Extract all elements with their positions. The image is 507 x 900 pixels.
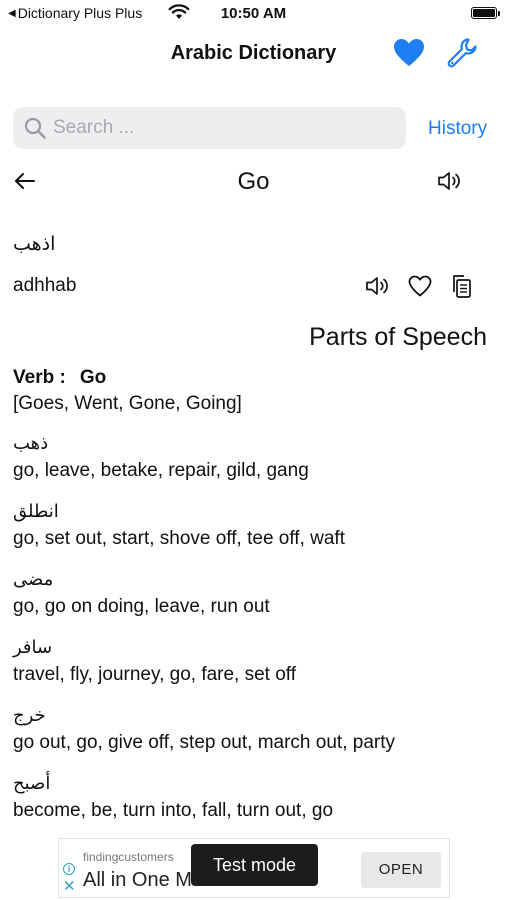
entry-meanings: go, go on doing, leave, run out bbox=[13, 596, 270, 617]
list-item: ذهب go, leave, betake, repair, gild, gan… bbox=[13, 430, 493, 498]
entry-arabic: خرج bbox=[13, 705, 46, 726]
favorite-heart-icon[interactable] bbox=[406, 272, 434, 300]
parts-of-speech-heading: Parts of Speech bbox=[309, 323, 487, 351]
pos-word: Go bbox=[79, 367, 107, 388]
word-title: Go bbox=[237, 168, 270, 195]
entry-arabic: انطلق bbox=[13, 501, 59, 522]
verb-line: Verb : Go bbox=[13, 367, 106, 389]
ad-close-icon[interactable]: ✕ bbox=[63, 879, 76, 894]
entry-arabic: ذهب bbox=[13, 433, 49, 454]
page-title: Arabic Dictionary bbox=[170, 42, 337, 64]
ad-test-mode-badge: Test mode bbox=[191, 844, 318, 886]
copy-icon[interactable] bbox=[448, 272, 476, 300]
transliteration: adhhab bbox=[13, 275, 77, 296]
status-bar: ◀ Dictionary Plus Plus 10:50 AM bbox=[0, 0, 507, 30]
nav-bar: Arabic Dictionary bbox=[0, 30, 507, 76]
search-bar bbox=[13, 107, 406, 149]
search-input[interactable] bbox=[53, 107, 393, 149]
speaker-icon[interactable] bbox=[436, 168, 464, 194]
translation-list: ذهب go, leave, betake, repair, gild, gan… bbox=[13, 430, 493, 838]
favorites-heart-icon[interactable] bbox=[393, 38, 425, 68]
entry-arabic: مضى bbox=[13, 569, 54, 590]
settings-wrench-icon[interactable] bbox=[445, 36, 479, 70]
entry-arabic: أصبح bbox=[13, 773, 51, 794]
entry-meanings: go, leave, betake, repair, gild, gang bbox=[13, 460, 309, 481]
entry-arabic: سافر bbox=[13, 637, 53, 658]
ad-headline: All in One M bbox=[83, 869, 192, 891]
speaker-icon[interactable] bbox=[364, 272, 392, 300]
verb-forms: [Goes, Went, Gone, Going] bbox=[13, 393, 242, 414]
battery-icon bbox=[471, 7, 500, 19]
ad-banner[interactable]: i ✕ findingcustomers All in One M Test m… bbox=[58, 838, 450, 898]
ad-info-icon[interactable]: i bbox=[63, 863, 75, 875]
arabic-word: اذهب bbox=[13, 233, 56, 255]
pos-label: Verb : bbox=[13, 367, 66, 388]
list-item: أصبح become, be, turn into, fall, turn o… bbox=[13, 770, 493, 838]
list-item: سافر travel, fly, journey, go, fare, set… bbox=[13, 634, 493, 702]
history-button[interactable]: History bbox=[428, 118, 487, 140]
search-icon bbox=[24, 117, 46, 139]
word-header: Go bbox=[0, 160, 507, 204]
status-time: 10:50 AM bbox=[220, 5, 287, 22]
list-item: مضى go, go on doing, leave, run out bbox=[13, 566, 493, 634]
entry-meanings: go out, go, give off, step out, march ou… bbox=[13, 732, 395, 753]
list-item: انطلق go, set out, start, shove off, tee… bbox=[13, 498, 493, 566]
entry-meanings: become, be, turn into, fall, turn out, g… bbox=[13, 800, 334, 821]
ad-open-button[interactable]: OPEN bbox=[361, 852, 441, 888]
word-actions bbox=[364, 270, 476, 302]
list-item: خرج go out, go, give off, step out, marc… bbox=[13, 702, 493, 770]
entry-meanings: travel, fly, journey, go, fare, set off bbox=[13, 664, 297, 685]
ad-sponsor: findingcustomers bbox=[83, 850, 174, 864]
entry-meanings: go, set out, start, shove off, tee off, … bbox=[13, 528, 345, 549]
